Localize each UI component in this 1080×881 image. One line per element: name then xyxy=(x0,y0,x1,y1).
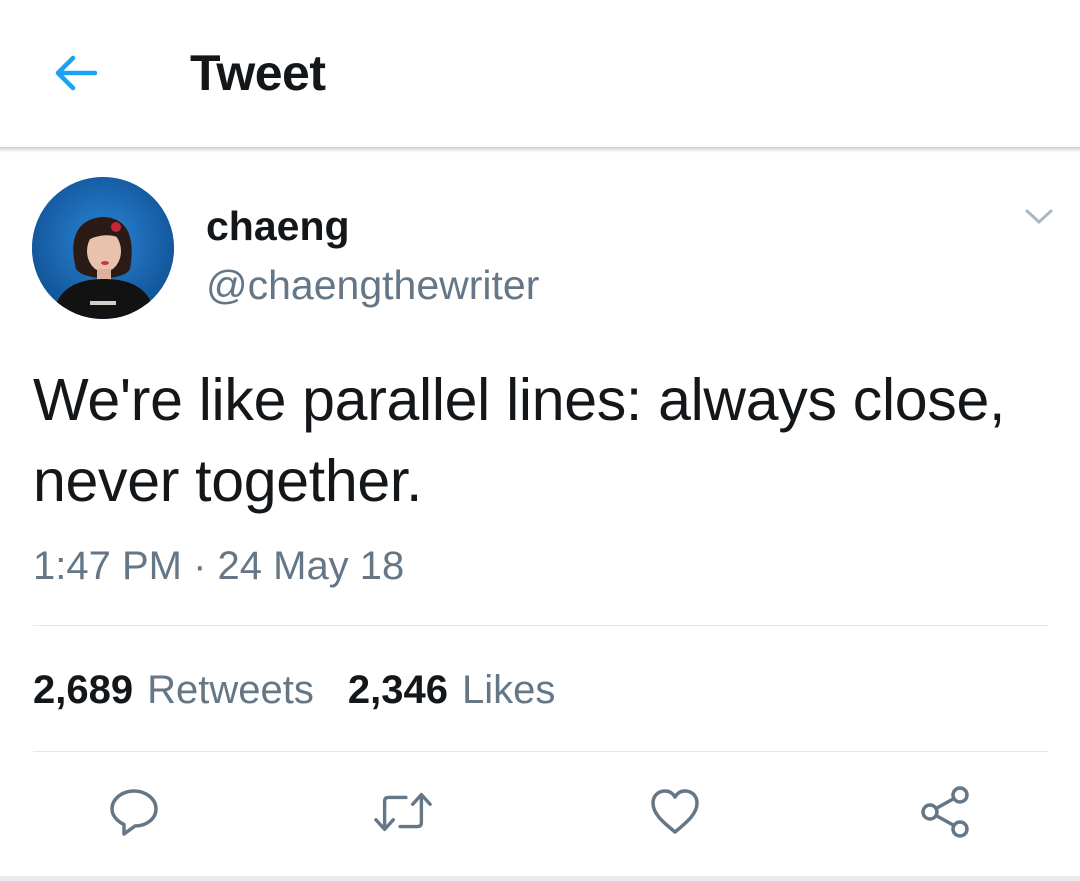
author-display-name[interactable]: chaeng xyxy=(206,203,350,250)
app-header: Tweet xyxy=(0,0,1080,147)
tweet-detail-screen: Tweet chaeng @chaengthewriter We're like… xyxy=(0,0,1080,881)
likes-stat[interactable]: 2,346 Likes xyxy=(348,668,556,713)
avatar[interactable] xyxy=(32,177,174,319)
user-avatar-photo xyxy=(32,177,174,319)
reply-button[interactable] xyxy=(104,784,164,840)
likes-label: Likes xyxy=(461,668,556,712)
chevron-down-icon xyxy=(1025,209,1053,224)
share-icon xyxy=(921,786,969,838)
tweet-menu-button[interactable] xyxy=(1016,197,1062,237)
bottom-divider xyxy=(0,876,1080,881)
author-handle[interactable]: @chaengthewriter xyxy=(206,262,539,309)
likes-count: 2,346 xyxy=(347,668,448,712)
share-button[interactable] xyxy=(915,784,975,840)
retweets-stat[interactable]: 2,689 Retweets xyxy=(33,668,314,713)
tweet-timestamp: 1:47 PM · 24 May 18 xyxy=(33,544,405,588)
tweet-text: We're like parallel lines: always close,… xyxy=(33,367,1006,514)
retweets-count: 2,689 xyxy=(33,668,134,712)
retweet-icon xyxy=(374,792,432,832)
header-divider xyxy=(0,147,1080,153)
like-button[interactable] xyxy=(645,784,705,840)
retweets-label: Retweets xyxy=(147,668,314,712)
reply-icon xyxy=(110,789,158,836)
divider xyxy=(33,625,1048,626)
divider xyxy=(33,751,1048,752)
retweet-button[interactable] xyxy=(373,784,433,840)
arrow-left-icon xyxy=(55,55,98,91)
page-title: Tweet xyxy=(190,45,326,101)
back-button[interactable] xyxy=(40,42,110,104)
tweet-stats: 2,689 Retweets 2,346 Likes xyxy=(33,668,589,713)
heart-icon xyxy=(651,789,699,834)
